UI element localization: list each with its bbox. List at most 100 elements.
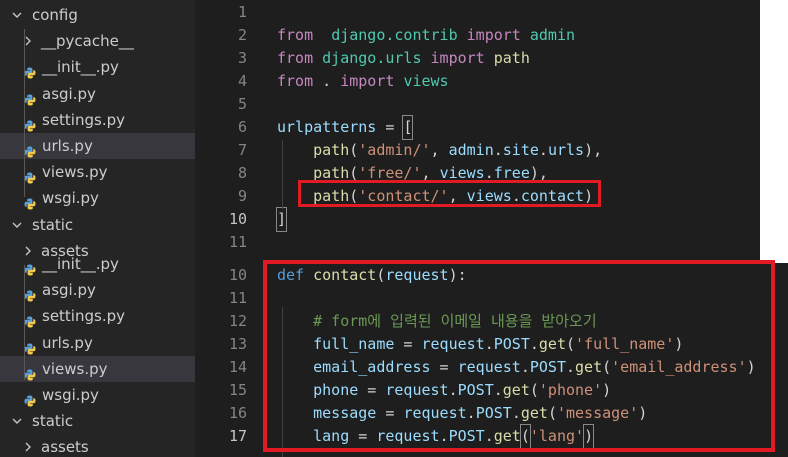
code-token: admin xyxy=(529,26,576,44)
code-token: . xyxy=(538,141,548,159)
explorer-file-settingspy[interactable]: settings.py xyxy=(0,107,195,133)
explorer-item-label: static xyxy=(32,215,74,234)
explorer-item-label: asgi.py xyxy=(42,84,96,103)
explorer-item-label: wsgi.py xyxy=(42,189,99,208)
highlight-box-contact-route xyxy=(298,180,601,207)
screenshot-gap xyxy=(760,0,788,263)
code-token: path xyxy=(313,141,350,159)
line-number: 2 xyxy=(237,26,247,44)
python-file-icon xyxy=(24,389,36,407)
line-number: 11 xyxy=(228,233,247,251)
code-line[interactable]: from django.urls import path xyxy=(277,47,530,70)
line-number: 16 xyxy=(228,404,247,422)
explorer-item-label: __pycache__ xyxy=(41,32,134,51)
explorer-file-settingspy[interactable]: settings.py xyxy=(0,303,195,329)
explorer-file-initpy[interactable]: __init__.py xyxy=(0,251,195,277)
line-number: 10 xyxy=(228,266,247,284)
python-file-icon xyxy=(24,192,36,210)
explorer-item-label: asgi.py xyxy=(42,281,96,300)
tree-indent-guide xyxy=(24,29,25,197)
code-token: . xyxy=(313,72,341,90)
code-token: import xyxy=(430,49,485,67)
explorer-folder-config[interactable]: config xyxy=(0,2,195,28)
code-line[interactable]: urlpatterns = [ xyxy=(277,115,414,140)
explorer-folder-assets[interactable]: assets xyxy=(0,434,195,457)
explorer-file-asgipy[interactable]: asgi.py xyxy=(0,277,195,303)
code-line[interactable]: path('admin/', admin.site.urls), xyxy=(277,139,602,162)
explorer-item-label: views.py xyxy=(42,163,108,182)
explorer-item-label: urls.py xyxy=(42,137,93,155)
python-file-icon xyxy=(24,337,36,355)
explorer-folder-pycache[interactable]: __pycache__ xyxy=(0,28,195,54)
explorer-file-urlspy[interactable]: urls.py xyxy=(0,133,195,159)
code-token: from xyxy=(277,72,314,90)
explorer-item-label: static xyxy=(32,412,74,431)
line-number: 12 xyxy=(228,312,247,330)
line-number: 7 xyxy=(237,141,247,159)
explorer-file-wsgipy[interactable]: wsgi.py xyxy=(0,382,195,408)
python-file-icon xyxy=(24,140,36,158)
highlight-box-contact-view xyxy=(263,260,775,452)
chevron-down-icon[interactable] xyxy=(10,212,24,241)
code-token: path xyxy=(493,49,530,67)
code-token: from xyxy=(277,26,314,44)
line-number: 14 xyxy=(228,358,247,376)
indent-guide xyxy=(282,140,283,209)
code-line[interactable]: ] xyxy=(275,207,288,232)
python-file-icon xyxy=(24,310,36,328)
line-number: 3 xyxy=(237,49,247,67)
line-number: 15 xyxy=(228,381,247,399)
code-line[interactable]: from django.contrib import admin xyxy=(277,24,575,47)
line-number: 1 xyxy=(237,3,247,21)
python-file-icon xyxy=(24,88,36,106)
explorer-item-label: wsgi.py xyxy=(42,386,99,404)
explorer-file-viewspy[interactable]: views.py xyxy=(0,159,195,185)
explorer-folder-static[interactable]: static xyxy=(0,212,195,238)
code-token: urls xyxy=(547,141,585,159)
chevron-down-icon[interactable] xyxy=(10,2,24,31)
explorer-item-label: assets xyxy=(41,438,89,457)
tree-indent-guide xyxy=(24,265,25,380)
line-number: 9 xyxy=(237,187,247,205)
explorer-item-label: config xyxy=(32,6,78,24)
explorer-file-asgipy[interactable]: asgi.py xyxy=(0,81,195,107)
code-token: import xyxy=(340,72,395,90)
python-file-icon xyxy=(24,114,36,132)
file-explorer: config __pycache__ __init__.py asgi.py setti… xyxy=(0,0,195,457)
code-token: ] xyxy=(275,207,288,232)
explorer-file-urlspy[interactable]: urls.py xyxy=(0,330,195,356)
code-token: site xyxy=(502,141,539,159)
code-token: [ xyxy=(402,115,414,140)
line-number: 10 xyxy=(228,210,247,228)
code-token: . xyxy=(493,141,503,159)
code-token: ( xyxy=(349,141,359,159)
explorer-item-label: settings.py xyxy=(42,307,125,326)
line-number: 6 xyxy=(237,118,247,136)
explorer-file-initpy[interactable]: __init__.py xyxy=(0,54,195,80)
explorer-item-label: views.py xyxy=(42,359,108,378)
code-token: import xyxy=(457,26,521,44)
line-number: 8 xyxy=(237,164,247,182)
code-token: , xyxy=(430,141,449,159)
python-file-icon xyxy=(24,284,36,302)
code-line[interactable]: from . import views xyxy=(277,70,449,93)
explorer-file-viewspy[interactable]: views.py xyxy=(0,355,195,382)
explorer-folder-static[interactable]: static xyxy=(0,408,195,434)
explorer-file-wsgipy[interactable]: wsgi.py xyxy=(0,185,195,211)
line-number: 17 xyxy=(228,427,247,445)
python-file-icon xyxy=(24,166,36,184)
explorer-item-label: __init__.py xyxy=(42,58,119,77)
code-editor[interactable]: 1 2 from django.contrib import admin 3 from … xyxy=(195,0,788,457)
code-token: django.urls xyxy=(322,49,422,67)
chevron-right-icon[interactable] xyxy=(21,434,35,457)
line-number: 5 xyxy=(237,95,247,113)
explorer-item-label: urls.py xyxy=(42,333,93,352)
code-string: 'admin/' xyxy=(358,141,431,159)
chevron-down-icon[interactable] xyxy=(10,408,24,437)
line-number: 13 xyxy=(228,335,247,353)
